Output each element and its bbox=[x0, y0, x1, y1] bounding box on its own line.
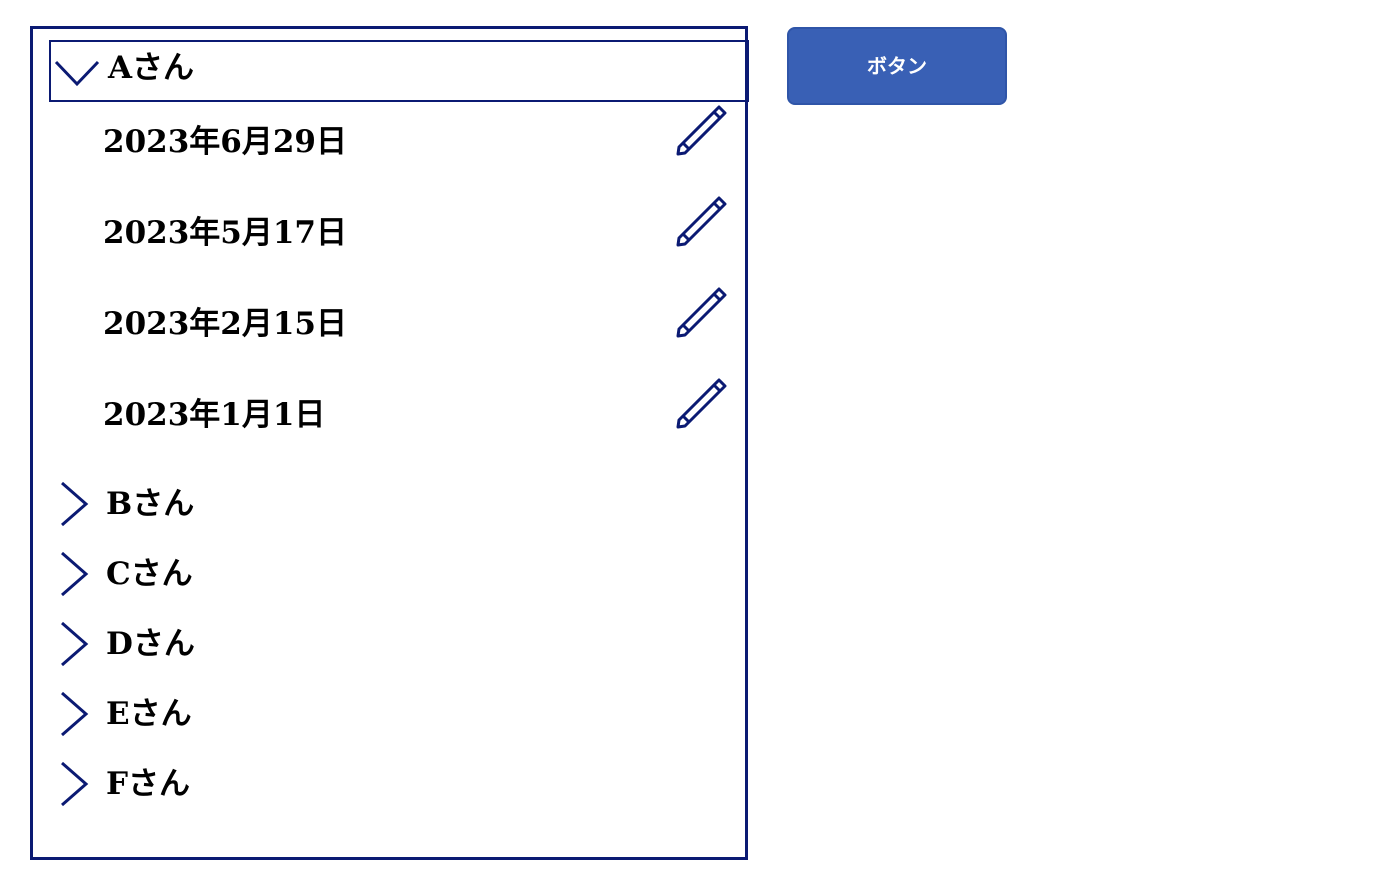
people-list-panel: Aさん 2023年6月29日 2023年5月17日 2023年2月15日 202… bbox=[30, 26, 749, 860]
action-button[interactable]: ボタン bbox=[787, 27, 1007, 105]
person-label-c: Cさん bbox=[106, 556, 193, 592]
date-item: 2023年2月15日 bbox=[103, 287, 743, 399]
person-item-e[interactable]: Eさん bbox=[49, 687, 749, 749]
date-item: 2023年5月17日 bbox=[103, 196, 743, 308]
chevron-right-icon[interactable] bbox=[50, 620, 98, 668]
person-label-f: Fさん bbox=[106, 766, 191, 802]
chevron-right-icon[interactable] bbox=[50, 690, 98, 738]
pencil-icon[interactable] bbox=[675, 196, 727, 248]
pencil-icon[interactable] bbox=[675, 105, 727, 157]
person-item-c[interactable]: Cさん bbox=[49, 547, 749, 609]
date-label: 2023年5月17日 bbox=[103, 215, 347, 251]
date-item: 2023年6月29日 bbox=[103, 105, 743, 217]
person-item-f[interactable]: Fさん bbox=[49, 757, 749, 819]
person-item-b[interactable]: Bさん bbox=[49, 477, 749, 539]
date-label: 2023年1月1日 bbox=[103, 397, 326, 433]
person-item-d[interactable]: Dさん bbox=[49, 617, 749, 679]
person-label-e: Eさん bbox=[106, 696, 192, 732]
person-item-a[interactable]: Aさん bbox=[49, 40, 749, 102]
person-label-d: Dさん bbox=[106, 626, 195, 662]
date-label: 2023年2月15日 bbox=[103, 306, 347, 342]
date-label: 2023年6月29日 bbox=[103, 124, 347, 160]
person-label-b: Bさん bbox=[106, 486, 195, 522]
pencil-icon[interactable] bbox=[675, 287, 727, 339]
chevron-right-icon[interactable] bbox=[50, 550, 98, 598]
chevron-right-icon[interactable] bbox=[50, 760, 98, 808]
chevron-right-icon[interactable] bbox=[50, 480, 98, 528]
chevron-down-icon[interactable] bbox=[53, 50, 101, 98]
person-label-a: Aさん bbox=[108, 50, 195, 86]
pencil-icon[interactable] bbox=[675, 378, 727, 430]
